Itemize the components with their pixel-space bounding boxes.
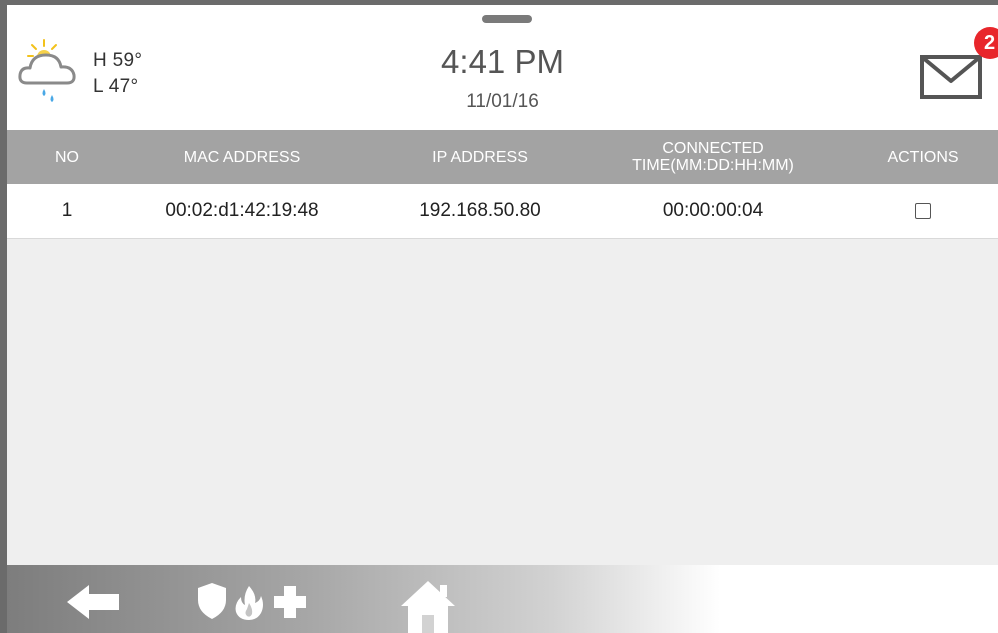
cell-no: 1	[61, 200, 73, 221]
status-header: H 59° L 47° 4:41 PM 11/01/16 2	[7, 5, 998, 130]
row-select-checkbox[interactable]	[915, 203, 931, 219]
column-header-no: NO	[55, 148, 79, 166]
column-header-actions: ACTIONS	[887, 148, 959, 166]
cell-actions	[863, 184, 983, 238]
police-shield-icon[interactable]	[197, 582, 227, 620]
clock-date: 11/01/16	[466, 91, 539, 112]
mail-icon[interactable]	[919, 49, 983, 101]
column-header-ip-address: IP ADDRESS	[432, 148, 528, 166]
cell-mac-address: 00:02:d1:42:19:48	[165, 200, 319, 221]
back-arrow-icon[interactable]	[67, 585, 121, 619]
column-header-mac-address: MAC ADDRESS	[183, 148, 301, 166]
clock-time: 4:41 PM	[441, 43, 564, 80]
table-empty-area	[7, 239, 998, 565]
table-row[interactable]: 1 00:02:d1:42:19:48 192.168.50.80 00:00:…	[7, 184, 998, 239]
table-header: NO MAC ADDRESS IP ADDRESS CONNECTED TIME…	[7, 130, 998, 184]
column-header-connected-time: CONNECTED TIME(MM:DD:HH:MM)	[632, 140, 794, 174]
cell-connected-time: 00:00:00:04	[662, 200, 764, 221]
pull-down-handle[interactable]	[482, 15, 532, 23]
cell-ip-address: 192.168.50.80	[419, 200, 541, 221]
bottom-nav-bar	[7, 565, 998, 633]
fire-flame-icon[interactable]	[233, 585, 265, 621]
home-icon[interactable]	[399, 579, 457, 633]
panel-screen: H 59° L 47° 4:41 PM 11/01/16 2 NO MAC AD…	[7, 5, 998, 633]
medical-cross-icon[interactable]	[273, 585, 307, 619]
unread-messages-badge[interactable]: 2	[974, 27, 998, 59]
